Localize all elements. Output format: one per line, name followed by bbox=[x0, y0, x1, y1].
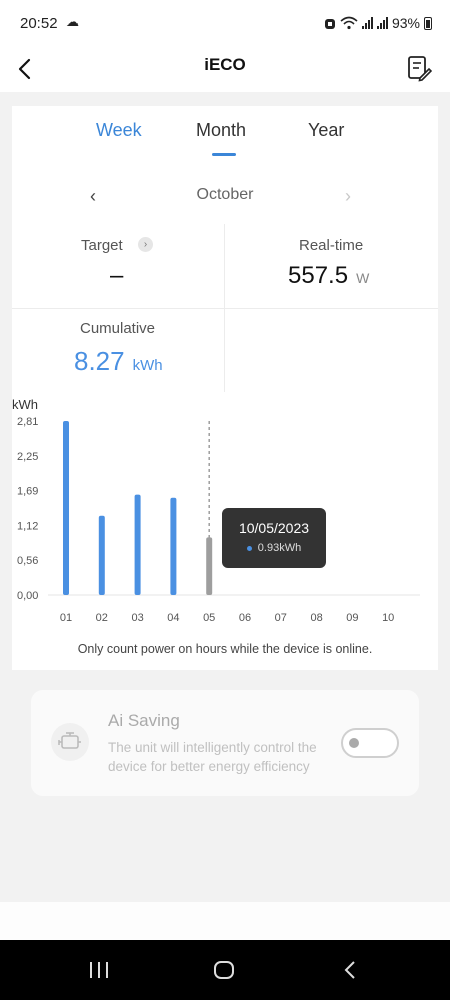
stats-divider-horizontal bbox=[12, 308, 438, 309]
realtime-unit: W bbox=[356, 270, 370, 286]
ai-saving-description: The unit will intelligently control the … bbox=[108, 740, 317, 774]
tab-indicator bbox=[212, 153, 236, 156]
tooltip-value-row: 0.93kWh bbox=[222, 542, 326, 554]
x-tick-label: 02 bbox=[96, 612, 108, 624]
battery-percent: 93% bbox=[391, 15, 420, 31]
chart-tooltip: 10/05/2023 0.93kWh bbox=[222, 508, 326, 568]
ai-saving-card: Ai Saving The unit will intelligently co… bbox=[31, 690, 419, 796]
y-tick-label: 1,69 bbox=[17, 486, 38, 498]
bottom-strip bbox=[0, 902, 450, 940]
tab-month[interactable]: Month bbox=[196, 120, 246, 141]
target-arrow-button[interactable]: › bbox=[138, 237, 153, 252]
cumulative-unit: kWh bbox=[132, 357, 163, 374]
cumulative-label: Cumulative bbox=[80, 320, 156, 337]
y-tick-label: 2,25 bbox=[17, 451, 38, 463]
battery-icon bbox=[424, 16, 432, 30]
x-tick-label: 08 bbox=[310, 612, 322, 624]
y-tick-label: 0,00 bbox=[17, 590, 38, 602]
status-bar: 20:52 ☁ 93% bbox=[0, 0, 450, 48]
y-tick-label: 0,56 bbox=[17, 555, 38, 567]
x-tick-label: 06 bbox=[239, 612, 251, 624]
chart-bar[interactable] bbox=[206, 537, 213, 595]
x-tick-label: 10 bbox=[382, 612, 394, 624]
home-icon bbox=[214, 961, 234, 979]
chart-bar[interactable] bbox=[170, 497, 177, 595]
cloud-icon: ☁ bbox=[66, 14, 79, 29]
target-label: Target bbox=[81, 237, 123, 254]
chart-bar[interactable] bbox=[134, 494, 141, 595]
target-value: – bbox=[110, 262, 124, 289]
realtime-reading: 557.5 W bbox=[288, 262, 369, 290]
cumulative-value: 8.27 bbox=[74, 346, 125, 376]
tab-week[interactable]: Week bbox=[96, 120, 142, 141]
signal-icon-2 bbox=[376, 17, 388, 29]
x-tick-label: 03 bbox=[131, 612, 143, 624]
next-month-button[interactable]: › bbox=[345, 186, 351, 207]
back-arrow-icon bbox=[344, 961, 355, 979]
tooltip-dot bbox=[246, 545, 252, 551]
system-back-button[interactable] bbox=[340, 958, 360, 982]
x-tick-label: 01 bbox=[60, 612, 72, 624]
chart-bar[interactable] bbox=[63, 421, 69, 595]
tab-year[interactable]: Year bbox=[308, 120, 344, 141]
tooltip-value: 0.93kWh bbox=[257, 542, 302, 554]
wifi-icon bbox=[340, 16, 358, 30]
chart-bar[interactable] bbox=[98, 515, 105, 595]
navigation-bar bbox=[0, 940, 450, 1000]
tooltip-date: 10/05/2023 bbox=[238, 520, 310, 536]
month-label: October bbox=[196, 186, 254, 203]
page-title: iECO bbox=[204, 55, 246, 74]
footnote: Only count power on hours while the devi… bbox=[77, 642, 373, 656]
x-tick-label: 05 bbox=[203, 612, 215, 624]
x-tick-label: 07 bbox=[275, 612, 287, 624]
recent-apps-icon bbox=[90, 962, 108, 978]
status-time: 20:52 bbox=[20, 15, 58, 32]
status-right-group: 93% bbox=[324, 15, 432, 31]
realtime-label: Real-time bbox=[299, 237, 364, 254]
report-button[interactable] bbox=[406, 53, 433, 83]
ai-saving-toggle[interactable] bbox=[341, 728, 399, 758]
home-button[interactable] bbox=[212, 958, 236, 982]
toggle-knob bbox=[349, 738, 359, 748]
x-tick-label: 09 bbox=[346, 612, 358, 624]
y-tick-label: 2,81 bbox=[17, 416, 38, 428]
cumulative-reading: 8.27 kWh bbox=[74, 346, 163, 377]
ai-saving-title: Ai Saving bbox=[108, 711, 180, 730]
report-edit-icon bbox=[408, 56, 433, 82]
engine-icon bbox=[51, 723, 89, 761]
realtime-value: 557.5 bbox=[288, 262, 349, 289]
alarm-icon bbox=[324, 18, 335, 29]
recent-apps-button[interactable] bbox=[88, 958, 110, 982]
x-tick-label: 04 bbox=[167, 612, 179, 624]
app-header: iECO bbox=[0, 48, 450, 92]
y-axis-unit: kWh bbox=[12, 397, 38, 412]
y-tick-label: 1,12 bbox=[17, 520, 38, 532]
signal-icon bbox=[361, 17, 373, 29]
